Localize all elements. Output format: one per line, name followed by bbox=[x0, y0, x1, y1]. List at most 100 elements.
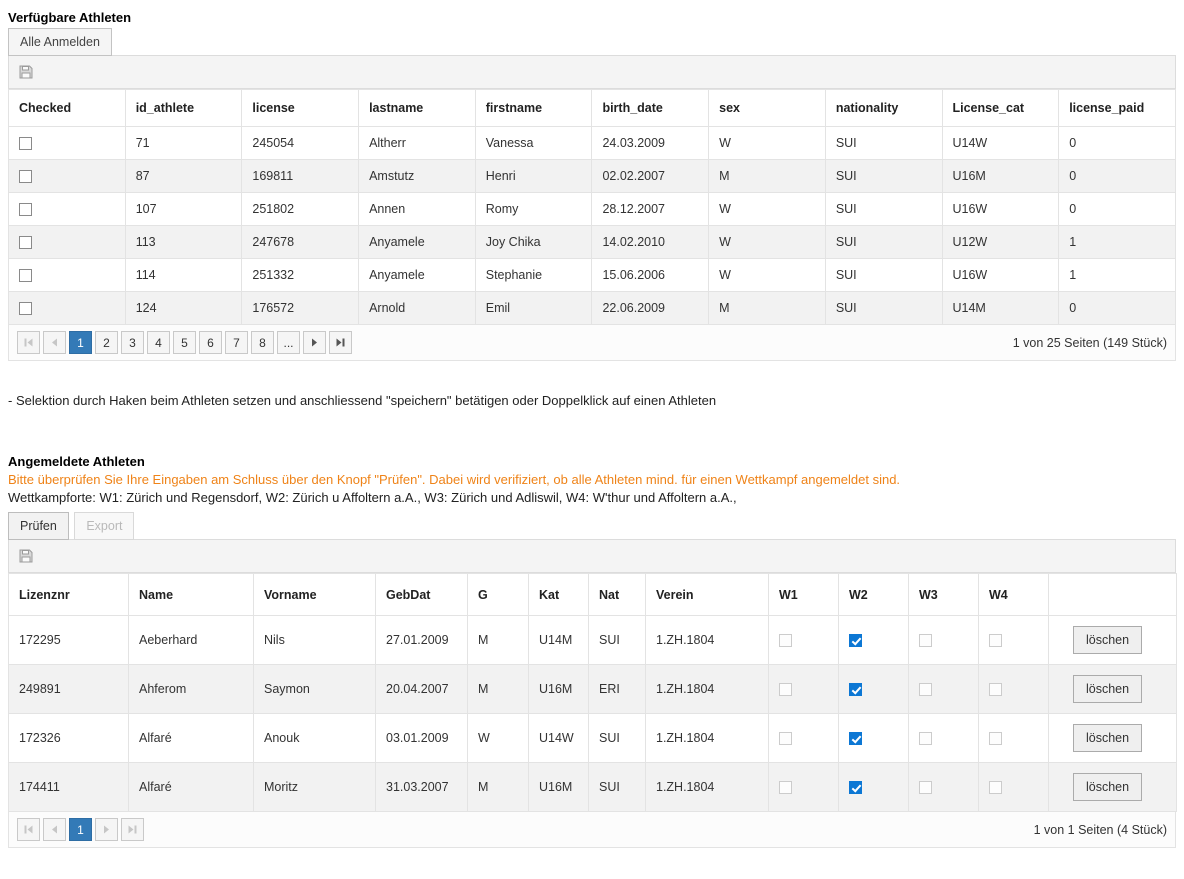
w1-checkbox[interactable] bbox=[779, 781, 792, 794]
col-header-w1[interactable]: W1 bbox=[769, 574, 839, 616]
cell-firstname: Vanessa bbox=[475, 127, 592, 160]
register-all-button[interactable]: Alle Anmelden bbox=[8, 28, 112, 56]
col-header-license[interactable]: license bbox=[242, 90, 359, 127]
athlete-row[interactable]: 114 251332 Anyamele Stephanie 15.06.2006… bbox=[9, 259, 1176, 292]
pager-page-button[interactable]: 8 bbox=[251, 331, 274, 354]
pager-page-button[interactable]: 7 bbox=[225, 331, 248, 354]
col-header-kat[interactable]: Kat bbox=[529, 574, 589, 616]
registered-athlete-row[interactable]: 172295 Aeberhard Nils 27.01.2009 M U14M … bbox=[9, 616, 1177, 665]
pager-page-button[interactable]: 4 bbox=[147, 331, 170, 354]
pager-last-button[interactable] bbox=[329, 331, 352, 354]
col-header-name[interactable]: Name bbox=[129, 574, 254, 616]
cell-checked bbox=[9, 193, 126, 226]
w4-checkbox[interactable] bbox=[989, 683, 1002, 696]
w2-checkbox[interactable] bbox=[849, 634, 862, 647]
pager-prev-button[interactable] bbox=[43, 818, 66, 841]
col-header-checked[interactable]: Checked bbox=[9, 90, 126, 127]
col-header-g[interactable]: G bbox=[468, 574, 529, 616]
cell-id-athlete: 124 bbox=[125, 292, 242, 325]
col-header-nationality[interactable]: nationality bbox=[825, 90, 942, 127]
row-select-checkbox[interactable] bbox=[19, 203, 32, 216]
athlete-row[interactable]: 113 247678 Anyamele Joy Chika 14.02.2010… bbox=[9, 226, 1176, 259]
athlete-row[interactable]: 124 176572 Arnold Emil 22.06.2009 M SUI … bbox=[9, 292, 1176, 325]
w2-checkbox[interactable] bbox=[849, 732, 862, 745]
cell-gebdat: 27.01.2009 bbox=[376, 616, 468, 665]
pager-last-button[interactable] bbox=[121, 818, 144, 841]
col-header-w3[interactable]: W3 bbox=[909, 574, 979, 616]
pager-first-button[interactable] bbox=[17, 331, 40, 354]
row-select-checkbox[interactable] bbox=[19, 236, 32, 249]
pager-first-button[interactable] bbox=[17, 818, 40, 841]
row-select-checkbox[interactable] bbox=[19, 137, 32, 150]
save-icon bbox=[18, 548, 34, 564]
w3-checkbox[interactable] bbox=[919, 634, 932, 647]
w2-checkbox[interactable] bbox=[849, 683, 862, 696]
w4-checkbox[interactable] bbox=[989, 732, 1002, 745]
delete-button[interactable]: löschen bbox=[1073, 724, 1142, 752]
next-page-icon bbox=[102, 825, 111, 834]
save-button[interactable] bbox=[18, 548, 34, 564]
col-header-gebdat[interactable]: GebDat bbox=[376, 574, 468, 616]
pager-next-button[interactable] bbox=[303, 331, 326, 354]
pager-page-button[interactable]: 1 bbox=[69, 331, 92, 354]
w3-checkbox[interactable] bbox=[919, 781, 932, 794]
w4-checkbox[interactable] bbox=[989, 634, 1002, 647]
pager-page-button[interactable]: 1 bbox=[69, 818, 92, 841]
row-select-checkbox[interactable] bbox=[19, 302, 32, 315]
cell-kat: U16M bbox=[529, 665, 589, 714]
pager-page-button[interactable]: 6 bbox=[199, 331, 222, 354]
cell-name: Ahferom bbox=[129, 665, 254, 714]
col-header-lastname[interactable]: lastname bbox=[359, 90, 476, 127]
cell-w3 bbox=[909, 616, 979, 665]
cell-sex: M bbox=[709, 292, 826, 325]
cell-license: 247678 bbox=[242, 226, 359, 259]
athlete-row[interactable]: 107 251802 Annen Romy 28.12.2007 W SUI U… bbox=[9, 193, 1176, 226]
delete-button[interactable]: löschen bbox=[1073, 675, 1142, 703]
athlete-row[interactable]: 87 169811 Amstutz Henri 02.02.2007 M SUI… bbox=[9, 160, 1176, 193]
col-header-w2[interactable]: W2 bbox=[839, 574, 909, 616]
athlete-row[interactable]: 71 245054 Altherr Vanessa 24.03.2009 W S… bbox=[9, 127, 1176, 160]
export-button[interactable]: Export bbox=[74, 512, 134, 540]
pager-prev-button[interactable] bbox=[43, 331, 66, 354]
col-header-lizenznr[interactable]: Lizenznr bbox=[9, 574, 129, 616]
col-header-birth-date[interactable]: birth_date bbox=[592, 90, 709, 127]
pager-page-button[interactable]: ... bbox=[277, 331, 300, 354]
pager-next-button[interactable] bbox=[95, 818, 118, 841]
pager-page-button[interactable]: 3 bbox=[121, 331, 144, 354]
registered-athlete-row[interactable]: 249891 Ahferom Saymon 20.04.2007 M U16M … bbox=[9, 665, 1177, 714]
row-select-checkbox[interactable] bbox=[19, 170, 32, 183]
col-header-sex[interactable]: sex bbox=[709, 90, 826, 127]
w1-checkbox[interactable] bbox=[779, 732, 792, 745]
save-button[interactable] bbox=[18, 64, 34, 80]
w3-checkbox[interactable] bbox=[919, 732, 932, 745]
cell-lizenznr: 172295 bbox=[9, 616, 129, 665]
col-header-vorname[interactable]: Vorname bbox=[254, 574, 376, 616]
col-header-w4[interactable]: W4 bbox=[979, 574, 1049, 616]
registered-athlete-row[interactable]: 174411 Alfaré Moritz 31.03.2007 M U16M S… bbox=[9, 763, 1177, 812]
delete-button[interactable]: löschen bbox=[1073, 773, 1142, 801]
col-header-license-cat[interactable]: License_cat bbox=[942, 90, 1059, 127]
w1-checkbox[interactable] bbox=[779, 634, 792, 647]
row-select-checkbox[interactable] bbox=[19, 269, 32, 282]
pager-page-button[interactable]: 2 bbox=[95, 331, 118, 354]
cell-license-paid: 0 bbox=[1059, 160, 1176, 193]
delete-button[interactable]: löschen bbox=[1073, 626, 1142, 654]
cell-lastname: Annen bbox=[359, 193, 476, 226]
col-header-license-paid[interactable]: license_paid bbox=[1059, 90, 1176, 127]
col-header-firstname[interactable]: firstname bbox=[475, 90, 592, 127]
col-header-id-athlete[interactable]: id_athlete bbox=[125, 90, 242, 127]
registered-title: Angemeldete Athleten bbox=[8, 452, 1176, 469]
w4-checkbox[interactable] bbox=[989, 781, 1002, 794]
cell-nationality: SUI bbox=[825, 259, 942, 292]
w2-checkbox[interactable] bbox=[849, 781, 862, 794]
check-button[interactable]: Prüfen bbox=[8, 512, 69, 540]
pager-page-button[interactable]: 5 bbox=[173, 331, 196, 354]
col-header-verein[interactable]: Verein bbox=[646, 574, 769, 616]
registered-athlete-row[interactable]: 172326 Alfaré Anouk 03.01.2009 W U14W SU… bbox=[9, 714, 1177, 763]
w3-checkbox[interactable] bbox=[919, 683, 932, 696]
col-header-nat[interactable]: Nat bbox=[589, 574, 646, 616]
cell-vorname: Anouk bbox=[254, 714, 376, 763]
pager-page-list: 1 bbox=[69, 818, 95, 841]
registered-toolbar bbox=[8, 539, 1176, 573]
w1-checkbox[interactable] bbox=[779, 683, 792, 696]
